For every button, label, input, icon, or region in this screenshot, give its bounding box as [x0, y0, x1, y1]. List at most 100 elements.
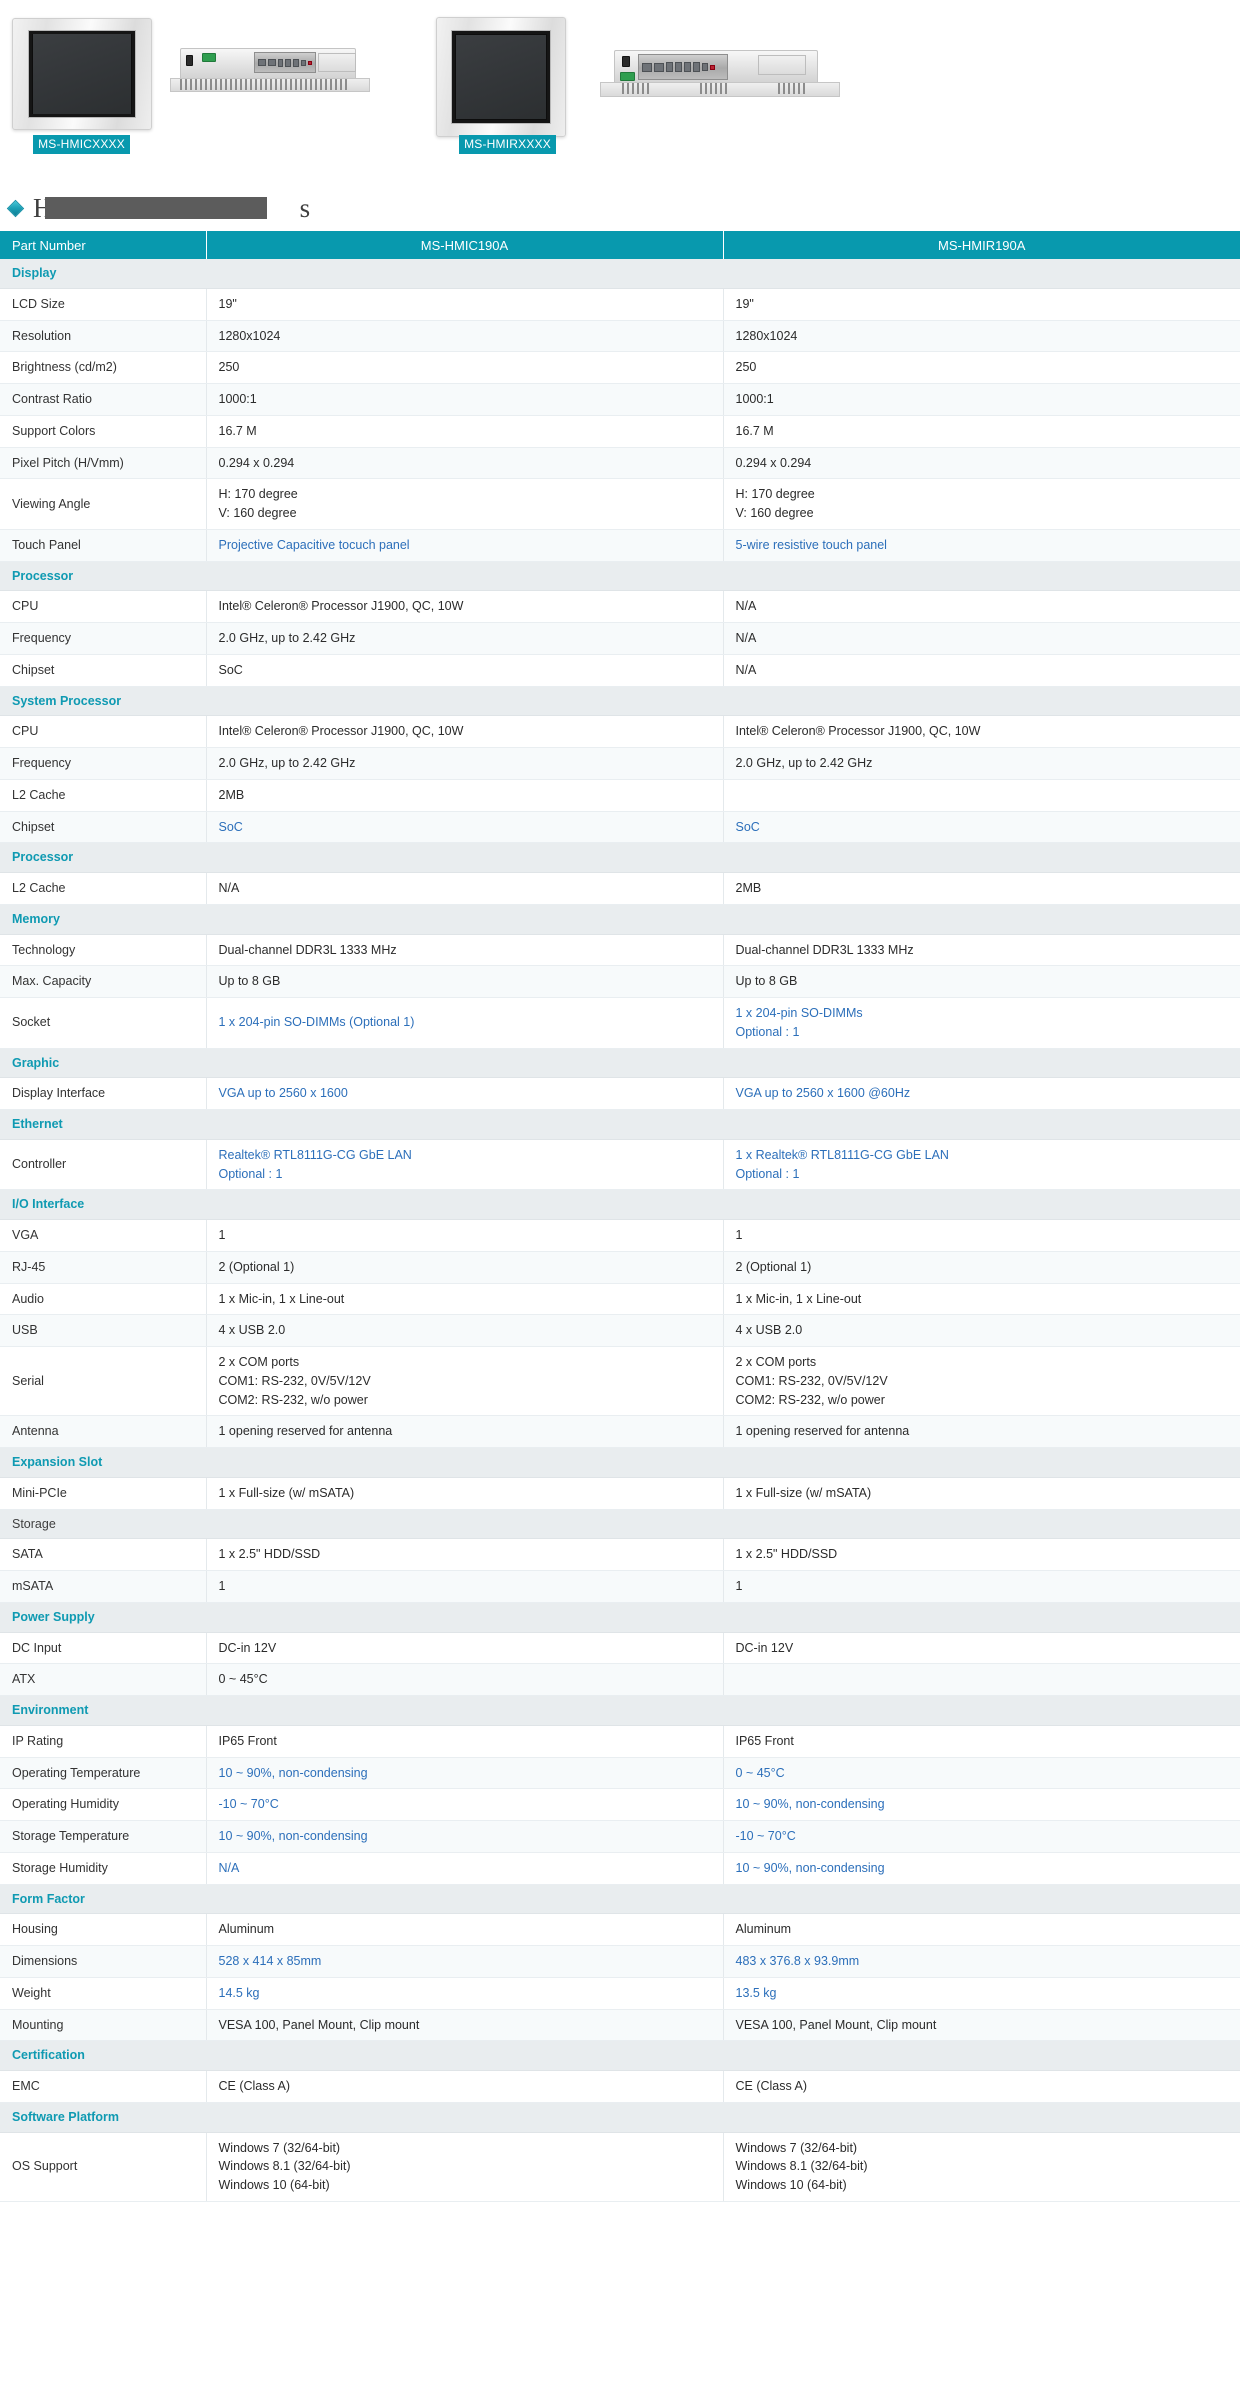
row-value-b: 0.294 x 0.294 [723, 447, 1240, 480]
row-value-b: VGA up to 2560 x 1600 @60Hz [723, 1077, 1240, 1110]
table-group-row: Storage [0, 1509, 1240, 1540]
row-label: VGA [0, 1219, 207, 1252]
row-value-a: CE (Class A) [206, 2070, 724, 2103]
group-label: Certification [0, 2040, 1240, 2071]
screen-surface-2 [455, 34, 546, 120]
row-value-b: 1 x Mic-in, 1 x Line-out [723, 1283, 1240, 1316]
row-value-b: 10 ~ 90%, non-condensing [723, 1788, 1240, 1821]
terminal-block-icon-2 [620, 72, 635, 81]
row-value-a: 528 x 414 x 85mm [206, 1945, 724, 1978]
group-label: I/O Interface [0, 1189, 1240, 1220]
row-label: Serial [0, 1346, 207, 1417]
row-value-b: 483 x 376.8 x 93.9mm [723, 1945, 1240, 1978]
ventilation-slots [180, 79, 347, 90]
row-label: Housing [0, 1913, 207, 1946]
row-value-b: IP65 Front [723, 1725, 1240, 1758]
row-label: Socket [0, 997, 207, 1049]
row-label: Mounting [0, 2009, 207, 2042]
row-value-a: 19" [206, 288, 724, 321]
row-value-b [723, 1663, 1240, 1696]
row-value-b: Windows 7 (32/64-bit) Windows 8.1 (32/64… [723, 2132, 1240, 2202]
product-gallery: MS-HMICXXXX MS-HMIRXXXX [0, 0, 1240, 185]
row-value-a: 2.0 GHz, up to 2.42 GHz [206, 747, 724, 780]
table-row: Chipset SoC N/A [0, 654, 1240, 687]
page-title: Hardware Specifications [33, 193, 311, 224]
row-label: CPU [0, 590, 207, 623]
group-label: Graphic [0, 1048, 1240, 1079]
row-label: LCD Size [0, 288, 207, 321]
power-switch-icon-2 [622, 56, 630, 67]
row-value-b: 5-wire resistive touch panel [723, 529, 1240, 562]
product-image-hmic-front [12, 18, 152, 130]
row-label: L2 Cache [0, 872, 207, 905]
row-value-b: 1 [723, 1219, 1240, 1252]
row-label: Dimensions [0, 1945, 207, 1978]
table-row: Max. Capacity Up to 8 GB Up to 8 GB [0, 965, 1240, 998]
row-value-b: 2.0 GHz, up to 2.42 GHz [723, 747, 1240, 780]
row-value-a: 1280x1024 [206, 320, 724, 353]
table-row: Serial 2 x COM ports COM1: RS-232, 0V/5V/… [0, 1346, 1240, 1417]
redaction-bar [45, 196, 267, 219]
product-image-hmic-rear [170, 48, 370, 104]
table-group-row: Processor [0, 561, 1240, 592]
row-label: Chipset [0, 654, 207, 687]
table-row: Audio 1 x Mic-in, 1 x Line-out 1 x Mic-in,… [0, 1283, 1240, 1316]
row-label: Viewing Angle [0, 478, 207, 530]
table-group-row: Memory [0, 904, 1240, 935]
table-row: CPU Intel® Celeron® Processor J1900, QC, … [0, 590, 1240, 623]
row-label: Support Colors [0, 415, 207, 448]
row-value-b: 1 x 2.5" HDD/SSD [723, 1538, 1240, 1571]
table-row: RJ-45 2 (Optional 1) 2 (Optional 1) [0, 1251, 1240, 1284]
table-row: Display Interface VGA up to 2560 x 1600 VG… [0, 1077, 1240, 1110]
row-label: Weight [0, 1977, 207, 2010]
row-value-a: 1 opening reserved for antenna [206, 1415, 724, 1448]
row-value-b: Up to 8 GB [723, 965, 1240, 998]
table-row: CPU Intel® Celeron® Processor J1900, QC,… [0, 715, 1240, 748]
product-image-hmir-front [436, 17, 566, 137]
expansion-slot-cover [318, 53, 356, 72]
row-label: EMC [0, 2070, 207, 2103]
table-row: Support Colors 16.7 M 16.7 M [0, 415, 1240, 448]
row-value-b: Aluminum [723, 1913, 1240, 1946]
group-label: Display [0, 259, 1240, 289]
specifications-section-header: Hardware Specifications [0, 185, 1240, 231]
row-value-a: 1 x Mic-in, 1 x Line-out [206, 1283, 724, 1316]
table-row: Technology Dual-channel DDR3L 1333 MHz Dua… [0, 934, 1240, 967]
row-value-b: 2 x COM ports COM1: RS-232, 0V/5V/12V CO… [723, 1346, 1240, 1417]
product-badge-hmir: MS-HMIRXXXX [459, 135, 556, 154]
page-title-suffix: s [299, 192, 311, 223]
specifications-table: Part Number MS-HMIC190A MS-HMIR190A Disp… [0, 231, 1240, 2202]
row-value-b: 1280x1024 [723, 320, 1240, 353]
row-value-b: 1 [723, 1570, 1240, 1603]
table-group-row: Power Supply [0, 1602, 1240, 1633]
row-value-b: VESA 100, Panel Mount, Clip mount [723, 2009, 1240, 2042]
row-label: Chipset [0, 811, 207, 844]
row-value-b: 1 x Full-size (w/ mSATA) [723, 1477, 1240, 1510]
row-value-a: 14.5 kg [206, 1977, 724, 2010]
table-row: mSATA 1 1 [0, 1570, 1240, 1603]
table-row: Brightness (cd/m2) 250 250 [0, 351, 1240, 384]
row-value-a: 0 ~ 45°C [206, 1663, 724, 1696]
row-value-a: 2 x COM ports COM1: RS-232, 0V/5V/12V CO… [206, 1346, 724, 1417]
row-label: ATX [0, 1663, 207, 1696]
row-label: OS Support [0, 2132, 207, 2202]
table-row: EMC CE (Class A) CE (Class A) [0, 2070, 1240, 2103]
group-label: System Processor [0, 686, 1240, 717]
group-label: Expansion Slot [0, 1447, 1240, 1478]
row-value-a: 1 [206, 1219, 724, 1252]
row-label: Storage Humidity [0, 1852, 207, 1885]
row-label: Audio [0, 1283, 207, 1316]
row-label: CPU [0, 715, 207, 748]
row-label: Contrast Ratio [0, 383, 207, 416]
row-value-a: 16.7 M [206, 415, 724, 448]
row-value-b: H: 170 degree V: 160 degree [723, 478, 1240, 530]
table-header-row: Part Number MS-HMIC190A MS-HMIR190A [0, 231, 1240, 259]
row-label: USB [0, 1314, 207, 1347]
row-value-a: Intel® Celeron® Processor J1900, QC, 10W [206, 715, 724, 748]
row-value-a: Dual-channel DDR3L 1333 MHz [206, 934, 724, 967]
group-label: Ethernet [0, 1109, 1240, 1140]
row-value-b: 1000:1 [723, 383, 1240, 416]
row-label: Operating Temperature [0, 1757, 207, 1790]
row-value-b: N/A [723, 654, 1240, 687]
row-value-b: 19" [723, 288, 1240, 321]
